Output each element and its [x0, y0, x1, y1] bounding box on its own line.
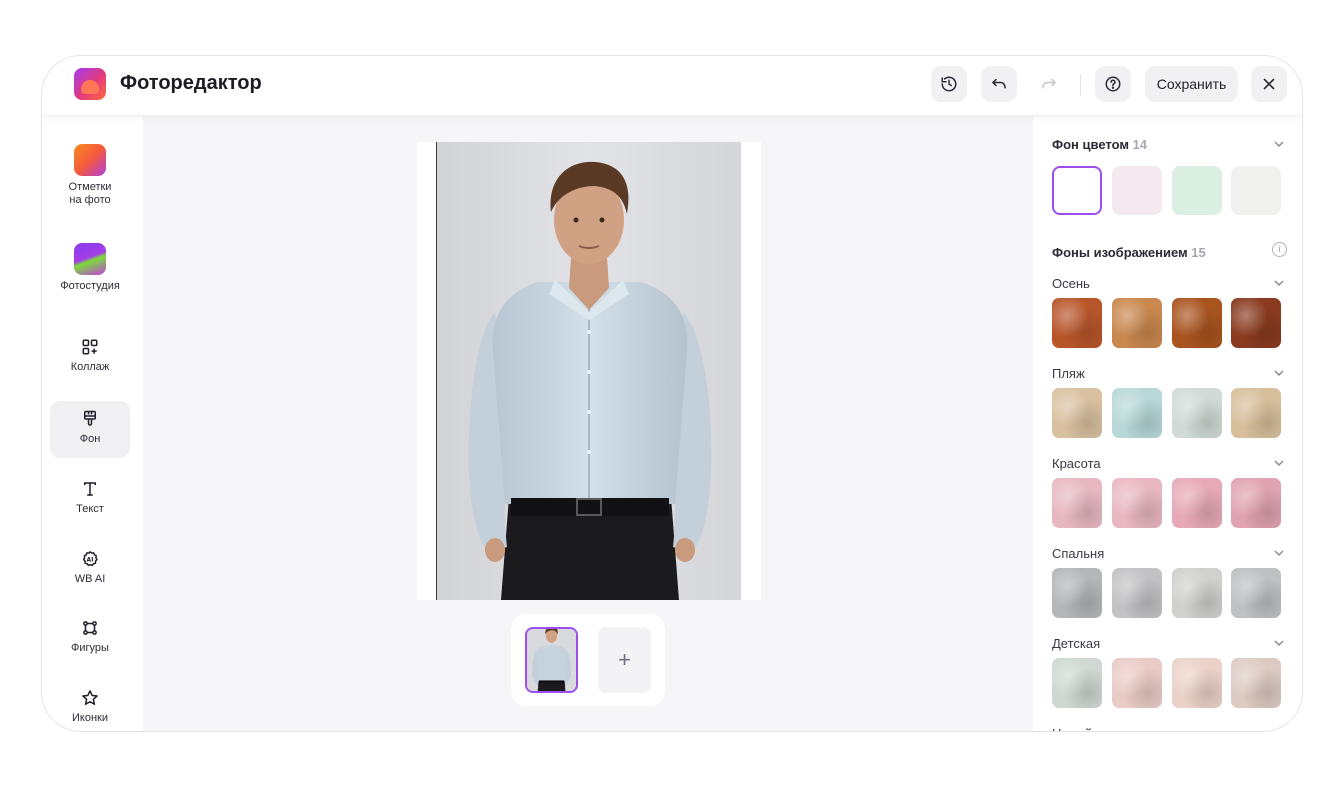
sidebar-item-label: Коллаж — [70, 361, 110, 373]
sidebar-item-label: Фон — [79, 433, 101, 445]
background-tile[interactable] — [1172, 568, 1222, 618]
app-logo-icon — [74, 68, 106, 100]
product-photo[interactable] — [436, 142, 741, 600]
tool-sidebar: Отметки на фото Фотостудия Коллаж Фон Те… — [42, 116, 143, 731]
sidebar-item-label: WB AI — [74, 573, 106, 585]
color-swatch[interactable] — [1231, 166, 1281, 215]
background-tile[interactable] — [1231, 568, 1281, 618]
undo-button[interactable] — [981, 66, 1017, 102]
sidebar-item-text[interactable]: Текст — [50, 480, 130, 530]
chevron-down-icon[interactable] — [1273, 277, 1285, 289]
close-icon — [1263, 78, 1275, 90]
plus-icon: + — [618, 647, 631, 672]
background-tile[interactable] — [1052, 298, 1102, 348]
svg-text:AI: AI — [87, 557, 94, 564]
close-button[interactable] — [1251, 66, 1287, 102]
category-title: Пляж — [1052, 366, 1085, 381]
background-tile[interactable] — [1172, 388, 1222, 438]
sidebar-item-label: Отметки на фото — [68, 181, 112, 206]
category-title: Красота — [1052, 456, 1101, 471]
thumbnail-selected[interactable] — [525, 627, 578, 693]
chevron-down-icon[interactable] — [1273, 138, 1285, 150]
background-tile[interactable] — [1112, 568, 1162, 618]
sidebar-item-wb-ai[interactable]: AI WB AI — [50, 550, 130, 600]
color-bg-section-title: Фон цветом 14 — [1052, 137, 1147, 152]
sidebar-item-label: Фотостудия — [60, 280, 120, 292]
star-icon — [82, 690, 98, 705]
text-icon — [84, 482, 96, 496]
background-tile[interactable] — [1052, 568, 1102, 618]
collage-icon — [82, 339, 98, 355]
undo-icon — [992, 78, 1006, 89]
sidebar-item-collage[interactable]: Коллаж — [50, 338, 130, 388]
photo-editor-window: Фоторедактор Сохранить Отметки на фото Ф… — [41, 55, 1303, 732]
color-swatch[interactable] — [1172, 166, 1222, 215]
photostudio-app-icon — [74, 243, 106, 275]
model-figure — [437, 142, 741, 600]
category-title: Новый год — [1052, 726, 1115, 731]
sidebar-item-photostudio[interactable]: Фотостудия — [50, 243, 130, 303]
editor-canvas: + — [143, 116, 1033, 731]
page-thumbnails: + — [511, 614, 665, 706]
ai-icon: AI — [82, 550, 98, 567]
chevron-down-icon[interactable] — [1273, 727, 1285, 731]
section-title-text: Фон цветом — [1052, 137, 1129, 152]
background-tile[interactable] — [1231, 298, 1281, 348]
sidebar-item-icons[interactable]: Иконки — [50, 689, 130, 731]
paint-brush-icon — [84, 410, 96, 426]
background-tile[interactable] — [1172, 478, 1222, 528]
redo-button[interactable] — [1031, 66, 1067, 102]
add-page-button[interactable]: + — [598, 627, 651, 693]
chevron-down-icon[interactable] — [1273, 637, 1285, 649]
info-icon[interactable]: i — [1272, 242, 1287, 257]
color-swatch[interactable] — [1112, 166, 1162, 215]
redo-icon — [1042, 78, 1056, 89]
background-panel: Фон цветом 14 Фоны изображением 15 i Осе… — [1033, 116, 1302, 731]
category-title: Осень — [1052, 276, 1090, 291]
header-divider — [1080, 74, 1081, 96]
background-tile[interactable] — [1052, 658, 1102, 708]
background-tile[interactable] — [1172, 298, 1222, 348]
background-tile[interactable] — [1052, 388, 1102, 438]
background-tile[interactable] — [1231, 478, 1281, 528]
color-swatch[interactable] — [1052, 166, 1102, 215]
chevron-down-icon[interactable] — [1273, 367, 1285, 379]
help-button[interactable] — [1095, 66, 1131, 102]
sidebar-item-label: Текст — [76, 503, 104, 515]
sidebar-item-label: Фигуры — [71, 642, 109, 654]
sidebar-item-background[interactable]: Фон — [50, 401, 130, 458]
section-count: 15 — [1191, 245, 1206, 260]
save-button[interactable]: Сохранить — [1145, 66, 1238, 102]
sidebar-item-marks[interactable]: Отметки на фото — [50, 144, 130, 214]
thumbnail-image — [527, 629, 576, 691]
chevron-down-icon[interactable] — [1273, 547, 1285, 559]
image-bg-section-title: Фоны изображением 15 — [1052, 245, 1206, 260]
sidebar-item-shapes[interactable]: Фигуры — [50, 619, 130, 669]
section-count: 14 — [1132, 137, 1148, 152]
shapes-icon — [83, 621, 97, 635]
background-tile[interactable] — [1231, 388, 1281, 438]
category-title: Спальня — [1052, 546, 1105, 561]
chevron-down-icon[interactable] — [1273, 457, 1285, 469]
photo-frame — [417, 142, 761, 600]
sidebar-item-label: Иконки — [72, 712, 108, 724]
history-button[interactable] — [931, 66, 967, 102]
background-tile[interactable] — [1112, 298, 1162, 348]
history-icon — [941, 76, 957, 92]
app-title: Фоторедактор — [120, 72, 262, 94]
category-title: Детская — [1052, 636, 1101, 651]
help-icon — [1105, 76, 1121, 92]
background-tile[interactable] — [1052, 478, 1102, 528]
background-tile[interactable] — [1112, 388, 1162, 438]
background-tile[interactable] — [1172, 658, 1222, 708]
background-tile[interactable] — [1112, 478, 1162, 528]
header-bar: Фоторедактор Сохранить — [42, 56, 1302, 116]
section-title-text: Фоны изображением — [1052, 245, 1188, 260]
background-tile[interactable] — [1112, 658, 1162, 708]
marks-app-icon — [74, 144, 106, 176]
background-tile[interactable] — [1231, 658, 1281, 708]
